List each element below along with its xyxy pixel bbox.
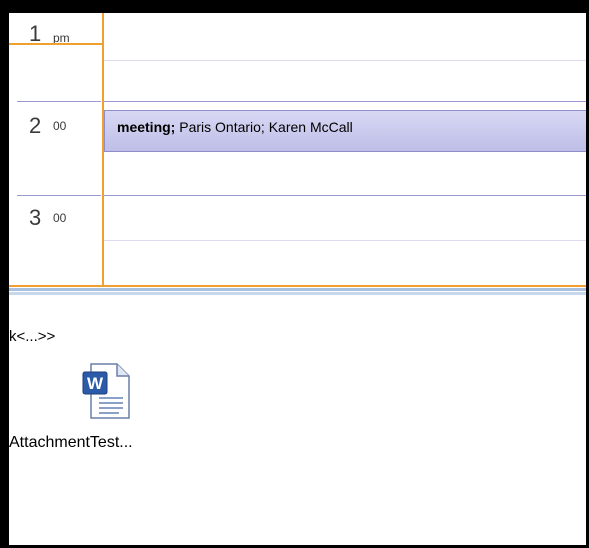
appointment-subject: meeting;	[117, 119, 176, 135]
half-hour-line	[104, 60, 586, 61]
pane-splitter[interactable]	[9, 288, 586, 291]
svg-text:W: W	[87, 374, 104, 393]
appointment-details: Paris Ontario; Karen McCall	[175, 119, 353, 135]
time-divider	[17, 101, 101, 102]
window-frame-top	[0, 0, 589, 13]
hour-suffix: 00	[53, 211, 67, 225]
half-hour-line	[104, 240, 586, 241]
time-divider	[17, 195, 101, 196]
hour-line	[104, 195, 586, 196]
time-column: 1 pm 2 00 3 00	[9, 13, 102, 287]
appointment-block[interactable]: meeting; Paris Ontario; Karen McCall	[104, 110, 586, 152]
word-document-icon[interactable]: W	[79, 362, 137, 425]
pane-splitter-shadow	[9, 292, 586, 295]
hour-number: 3	[29, 205, 42, 230]
reading-pane: k<...>> W AttachmentTest...	[9, 296, 586, 545]
attachment-filename[interactable]: AttachmentTest...	[9, 434, 133, 452]
calendar-day-view: 1 pm 2 00 3 00 meeting; Paris Ontario; K…	[9, 13, 586, 287]
calendar-bottom-border	[9, 285, 586, 287]
preview-body-text: k<...>>	[9, 328, 56, 345]
current-time-indicator	[9, 43, 104, 45]
window-frame-left	[0, 0, 9, 548]
hour-suffix: 00	[53, 119, 67, 133]
hour-number: 2	[29, 113, 42, 138]
hour-line	[104, 101, 586, 102]
